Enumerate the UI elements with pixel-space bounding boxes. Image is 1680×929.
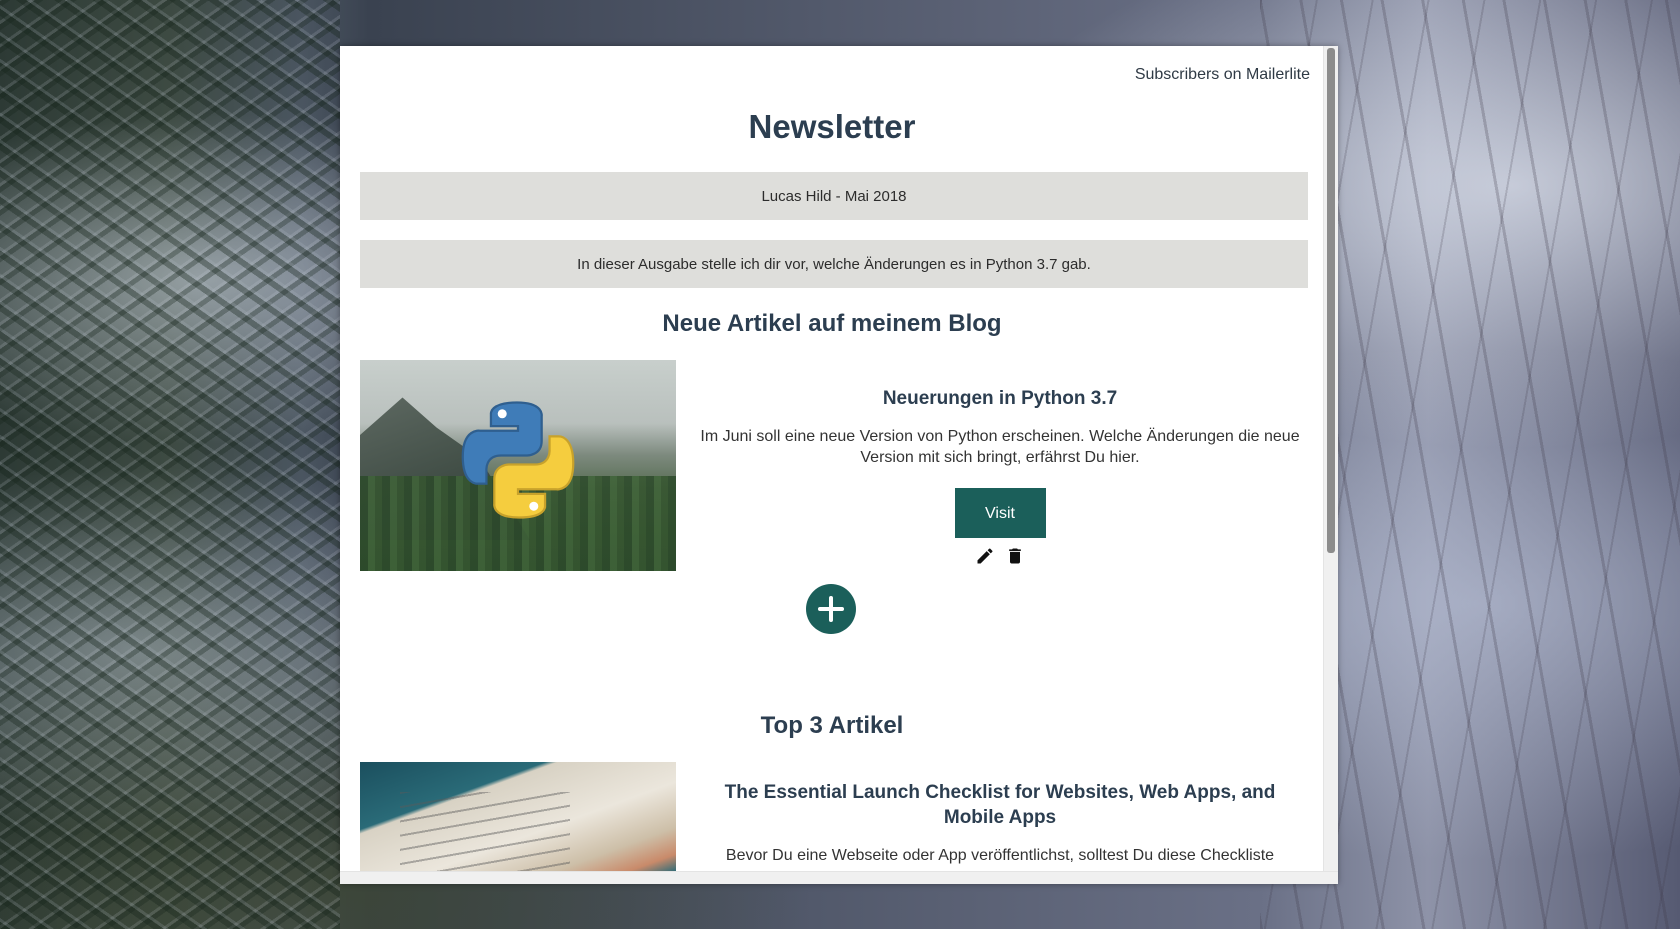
article-image-checklist (360, 762, 676, 872)
subscribers-link[interactable]: Subscribers on Mailerlite (1135, 66, 1310, 84)
page-title: Newsletter (748, 108, 916, 145)
section-title-new-articles: Neue Artikel auf meinem Blog (662, 310, 1002, 337)
article-tools (692, 546, 1308, 566)
article-title: Neuerungen in Python 3.7 (882, 388, 1118, 409)
python-logo-icon (461, 401, 575, 519)
author-band[interactable]: Lucas Hild - Mai 2018 (360, 172, 1308, 220)
vertical-scrollbar[interactable] (1323, 46, 1338, 872)
article-description: Im Juni soll eine neue Version von Pytho… (700, 428, 1300, 466)
background-pine-branches (0, 0, 340, 929)
pencil-icon[interactable] (975, 546, 995, 566)
trash-icon[interactable] (1005, 546, 1025, 566)
visit-button[interactable]: Visit (954, 488, 1046, 538)
section-title-top-articles: Top 3 Artikel (760, 712, 904, 739)
vertical-scrollbar-thumb[interactable] (1327, 48, 1335, 553)
article-image-python (360, 360, 676, 571)
newsletter-editor-window: Subscribers on Mailerlite Newsletter Luc… (340, 46, 1338, 884)
article-title: The Essential Launch Checklist for Websi… (724, 782, 1276, 828)
article-card-checklist: The Essential Launch Checklist for Websi… (692, 780, 1308, 866)
intro-text: In dieser Ausgabe stelle ich dir vor, we… (577, 255, 1091, 273)
add-article-button[interactable] (806, 584, 856, 634)
intro-band[interactable]: In dieser Ausgabe stelle ich dir vor, we… (360, 240, 1308, 288)
scroll-content: Subscribers on Mailerlite Newsletter Luc… (340, 46, 1324, 872)
article-card-python: Neuerungen in Python 3.7 Im Juni soll ei… (692, 386, 1308, 566)
article-description: Bevor Du eine Webseite oder App veröffen… (725, 847, 1275, 864)
author-line: Lucas Hild - Mai 2018 (761, 187, 907, 205)
notebook-lines (400, 792, 570, 872)
horizontal-scrollbar[interactable] (340, 871, 1338, 884)
